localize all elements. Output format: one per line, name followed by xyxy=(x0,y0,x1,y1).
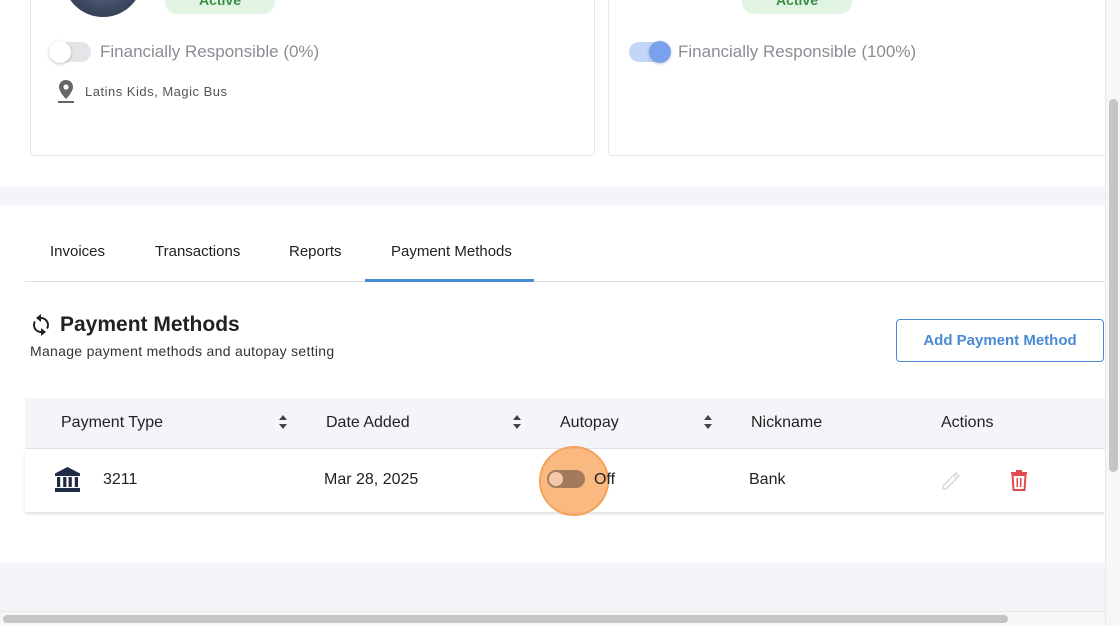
autopay-status: Off xyxy=(594,471,616,488)
sort-icon[interactable] xyxy=(278,414,288,430)
status-badge: Active xyxy=(165,0,275,14)
financial-responsibility-toggle[interactable] xyxy=(629,41,671,63)
sort-icon[interactable] xyxy=(512,414,522,430)
vertical-scrollbar[interactable] xyxy=(1105,0,1120,626)
column-header-payment-type[interactable]: Payment Type xyxy=(61,414,163,432)
location-pin-icon xyxy=(58,80,74,103)
payment-methods-panel: Invoices Transactions Reports Payment Me… xyxy=(0,205,1105,563)
column-header-autopay[interactable]: Autopay xyxy=(560,414,619,432)
column-header-actions: Actions xyxy=(941,414,994,431)
vertical-scrollbar-thumb[interactable] xyxy=(1109,99,1118,472)
active-tab-indicator xyxy=(365,279,534,282)
payment-methods-table: Payment Type Date Added Autopay Nickname… xyxy=(25,398,1105,516)
edit-icon[interactable] xyxy=(940,470,962,492)
delete-icon[interactable] xyxy=(1010,469,1028,491)
section-description: Manage payment methods and autopay setti… xyxy=(30,343,335,359)
date-added: Mar 28, 2025 xyxy=(324,471,419,488)
table-header: Payment Type Date Added Autopay Nickname… xyxy=(25,398,1105,449)
tab-payment-methods[interactable]: Payment Methods xyxy=(391,243,512,260)
nickname: Bank xyxy=(749,471,786,488)
table-row: 3211 Mar 28, 2025 Off Bank xyxy=(25,446,1105,516)
column-header-nickname: Nickname xyxy=(751,414,823,431)
status-badge: Active xyxy=(742,0,852,14)
location-row: Latins Kids, Magic Bus xyxy=(57,79,228,103)
member-card: Active Financially Responsible (100%) xyxy=(608,0,1108,156)
section-header: Payment Methods Manage payment methods a… xyxy=(30,313,334,359)
avatar xyxy=(63,0,143,17)
page-title: Payment Methods xyxy=(60,313,240,336)
financial-responsibility-row: Financially Responsible (100%) xyxy=(629,41,917,63)
bank-icon xyxy=(55,467,80,492)
add-payment-method-button[interactable]: Add Payment Method xyxy=(896,319,1104,362)
tab-invoices[interactable]: Invoices xyxy=(50,243,105,260)
member-cards-section: Active Financially Responsible (0%) Lati… xyxy=(0,0,1108,187)
tab-reports[interactable]: Reports xyxy=(289,243,342,260)
member-card: Active Financially Responsible (0%) Lati… xyxy=(30,0,595,156)
location-label: Latins Kids, Magic Bus xyxy=(85,83,228,99)
financial-responsibility-row: Financially Responsible (0%) xyxy=(49,41,320,63)
tab-transactions[interactable]: Transactions xyxy=(155,243,240,260)
horizontal-scrollbar[interactable] xyxy=(0,611,1105,626)
autopay-toggle[interactable] xyxy=(547,470,585,488)
financial-responsibility-label: Financially Responsible (0%) xyxy=(100,42,320,61)
sync-icon xyxy=(33,314,49,336)
financial-responsibility-label: Financially Responsible (100%) xyxy=(678,42,917,61)
financial-responsibility-toggle[interactable] xyxy=(49,41,91,63)
column-header-date-added[interactable]: Date Added xyxy=(326,414,410,432)
horizontal-scrollbar-thumb[interactable] xyxy=(3,615,1008,623)
account-number: 3211 xyxy=(103,471,138,488)
sort-icon[interactable] xyxy=(703,414,713,430)
tab-bar: Invoices Transactions Reports Payment Me… xyxy=(25,205,1105,282)
